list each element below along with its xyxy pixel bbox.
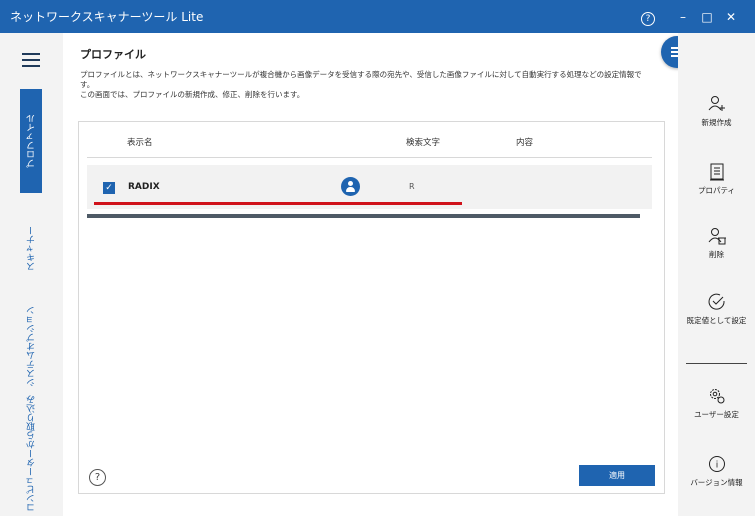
help-icon[interactable]: ? [89,469,106,486]
user-settings-button[interactable]: ユーザー設定 [678,385,755,420]
hamburger-menu-icon[interactable] [22,53,40,67]
action-label: バージョン情報 [690,478,743,487]
add-user-icon [678,93,755,115]
gear-icon [678,385,755,407]
main-content: プロファイル プロファイルとは、ネットワークスキャナーツールが複合機から画像デー… [63,33,678,516]
column-header-display-name[interactable]: 表示名 [127,136,153,148]
left-nav: プロファイル スキャナー システムオプション コンピューターから取り込み [0,33,63,516]
right-action-bar: 新規作成 プロパティ 削除 既定値として設定 ユーザー設定 i バージョン情報 [678,33,755,516]
svg-text:i: i [715,461,718,471]
highlight-underline [94,202,462,205]
close-button[interactable]: ✕ [720,6,742,28]
title-bar: ネットワークスキャナーツール Lite ? – □ ✕ [0,0,755,33]
action-label: 新規作成 [701,118,732,127]
action-label: 既定値として設定 [686,316,747,325]
page-title: プロファイル [80,48,146,61]
description-line: す。 [80,80,95,89]
column-header-content[interactable]: 内容 [516,136,533,148]
document-icon [678,161,755,183]
row-keyword: R [409,182,415,191]
set-default-button[interactable]: 既定値として設定 [678,291,755,326]
help-icon: ? [641,12,655,26]
apply-button[interactable]: 適用 [579,465,655,486]
properties-button[interactable]: プロパティ [678,161,755,196]
header-divider [87,157,652,158]
version-info-button[interactable]: i バージョン情報 [678,453,755,488]
nav-item-label: コンピューターから取り込み [26,394,37,512]
nav-item-scanner[interactable]: スキャナー [20,218,42,278]
delete-user-icon [678,225,755,247]
nav-item-label: プロファイル [26,114,37,168]
minimize-button[interactable]: – [672,6,694,28]
help-button[interactable]: ? [637,6,659,28]
column-header-keyword[interactable]: 検索文字 [406,136,440,148]
row-checkbox[interactable]: ✓ [103,182,115,194]
delete-button[interactable]: 削除 [678,225,755,260]
action-label: ユーザー設定 [694,410,739,419]
horizontal-scrollbar[interactable] [87,214,640,218]
description-line: この画面では、プロファイルの新規作成、修正、削除を行います。 [80,90,305,99]
new-profile-button[interactable]: 新規作成 [678,93,755,128]
action-label: プロパティ [697,186,736,195]
info-icon: i [678,453,755,475]
row-display-name: RADIX [128,182,160,192]
action-divider [686,363,747,364]
check-circle-icon [678,291,755,313]
nav-item-system-options[interactable]: システムオプション [20,301,42,391]
nav-item-label: システムオプション [26,305,37,387]
profile-table-panel: 表示名 検索文字 内容 ✓ RADIX R ? 適用 [78,121,665,494]
action-label: 削除 [709,250,724,259]
nav-item-import-from-computer[interactable]: コンピューターから取り込み [20,394,42,512]
maximize-button[interactable]: □ [696,6,718,28]
nav-item-profile[interactable]: プロファイル [20,89,42,193]
user-profile-icon [341,177,360,196]
description-line: プロファイルとは、ネットワークスキャナーツールが複合機から画像データを受信する際… [80,70,642,79]
window-title: ネットワークスキャナーツール Lite [10,10,204,24]
nav-item-label: スキャナー [26,225,37,271]
page-description: プロファイルとは、ネットワークスキャナーツールが複合機から画像データを受信する際… [80,70,660,100]
